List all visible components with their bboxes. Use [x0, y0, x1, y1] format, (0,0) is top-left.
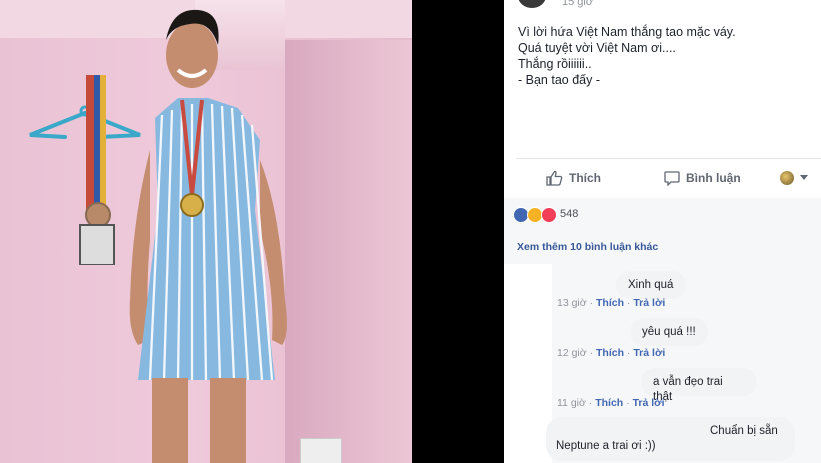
post-body: Vì lời hứa Việt Nam thắng tao mặc váy. Q…: [518, 24, 808, 88]
comment-text: yêu quá !!!: [642, 326, 696, 338]
post-text-line: Vì lời hứa Việt Nam thắng tao mặc váy.: [518, 25, 736, 39]
post-side-panel: 15 giờ Vì lời hứa Việt Nam thắng tao mặc…: [504, 0, 821, 463]
comment-reply-link[interactable]: Trả lời: [633, 347, 665, 359]
commenter-avatar-mask: [504, 416, 552, 463]
comment-bubble: yêu quá !!!: [630, 318, 708, 346]
reaction-as-selector[interactable]: [780, 160, 808, 196]
comment-button[interactable]: Bình luận: [664, 160, 741, 196]
post-actions-bar: Thích Bình luận: [504, 160, 821, 196]
comment-meta: 13 giờ · Thích · Trả lời: [557, 297, 666, 309]
post-text-line: Thắng rồiiiiii..: [518, 57, 592, 71]
like-button[interactable]: Thích: [546, 160, 601, 196]
comment-bubble: Chuẩn bị sẵn Neptune a trai ơi :)): [546, 417, 795, 461]
post-timestamp[interactable]: 15 giờ: [562, 0, 593, 8]
reaction-count[interactable]: 548: [560, 208, 578, 220]
comment-text: Chuẩn bị sẵn: [710, 425, 778, 437]
comment-bubble-icon: [664, 171, 680, 186]
comment-text: Xinh quá: [628, 279, 674, 291]
like-button-label: Thích: [569, 171, 601, 185]
reactions-and-comments: 548 Xem thêm 10 bình luận khác Xinh quá …: [504, 198, 821, 463]
comment-text: Neptune a trai ơi :)): [556, 440, 656, 452]
comment-reply-link[interactable]: Trả lời: [633, 297, 665, 309]
viewer-background: [412, 0, 504, 463]
comment-button-label: Bình luận: [686, 171, 741, 185]
comment-bubble: Xinh quá: [616, 271, 686, 299]
love-icon: [541, 207, 557, 223]
comment-time[interactable]: 11 giờ: [557, 397, 586, 409]
comment-bubble: a vẫn đẹo trai thật: [641, 368, 757, 403]
comment-like-link[interactable]: Thích: [596, 347, 624, 359]
author-avatar[interactable]: [518, 0, 546, 8]
comment-time[interactable]: 12 giờ: [557, 347, 587, 359]
commenter-avatar-mask: [504, 366, 552, 418]
comment-like-link[interactable]: Thích: [595, 397, 623, 409]
thumbs-up-icon: [546, 170, 563, 186]
comment-time[interactable]: 13 giờ: [557, 297, 587, 309]
reaction-icons[interactable]: [513, 207, 557, 223]
comment-reply-link[interactable]: Trả lời: [633, 397, 665, 409]
viewer-avatar: [780, 171, 794, 185]
view-more-comments-link[interactable]: Xem thêm 10 bình luận khác: [517, 241, 658, 253]
commenter-avatar-mask: [504, 316, 552, 366]
commenter-avatar-mask: [504, 264, 552, 316]
divider: [516, 158, 821, 159]
comment-meta: 12 giờ · Thích · Trả lời: [557, 347, 666, 359]
comment-meta: 11 giờ · Thích · Trả lời: [557, 397, 665, 409]
comment-like-link[interactable]: Thích: [596, 297, 624, 309]
post-text-line: Quá tuyệt vời Việt Nam ơi....: [518, 41, 676, 55]
chevron-down-icon: [800, 175, 808, 180]
wall-outlet: [300, 438, 342, 463]
post-photo[interactable]: [0, 0, 412, 463]
person-in-dress-illustration: [129, 9, 287, 463]
post-text-line: - Bạn tao đấy -: [518, 73, 600, 87]
